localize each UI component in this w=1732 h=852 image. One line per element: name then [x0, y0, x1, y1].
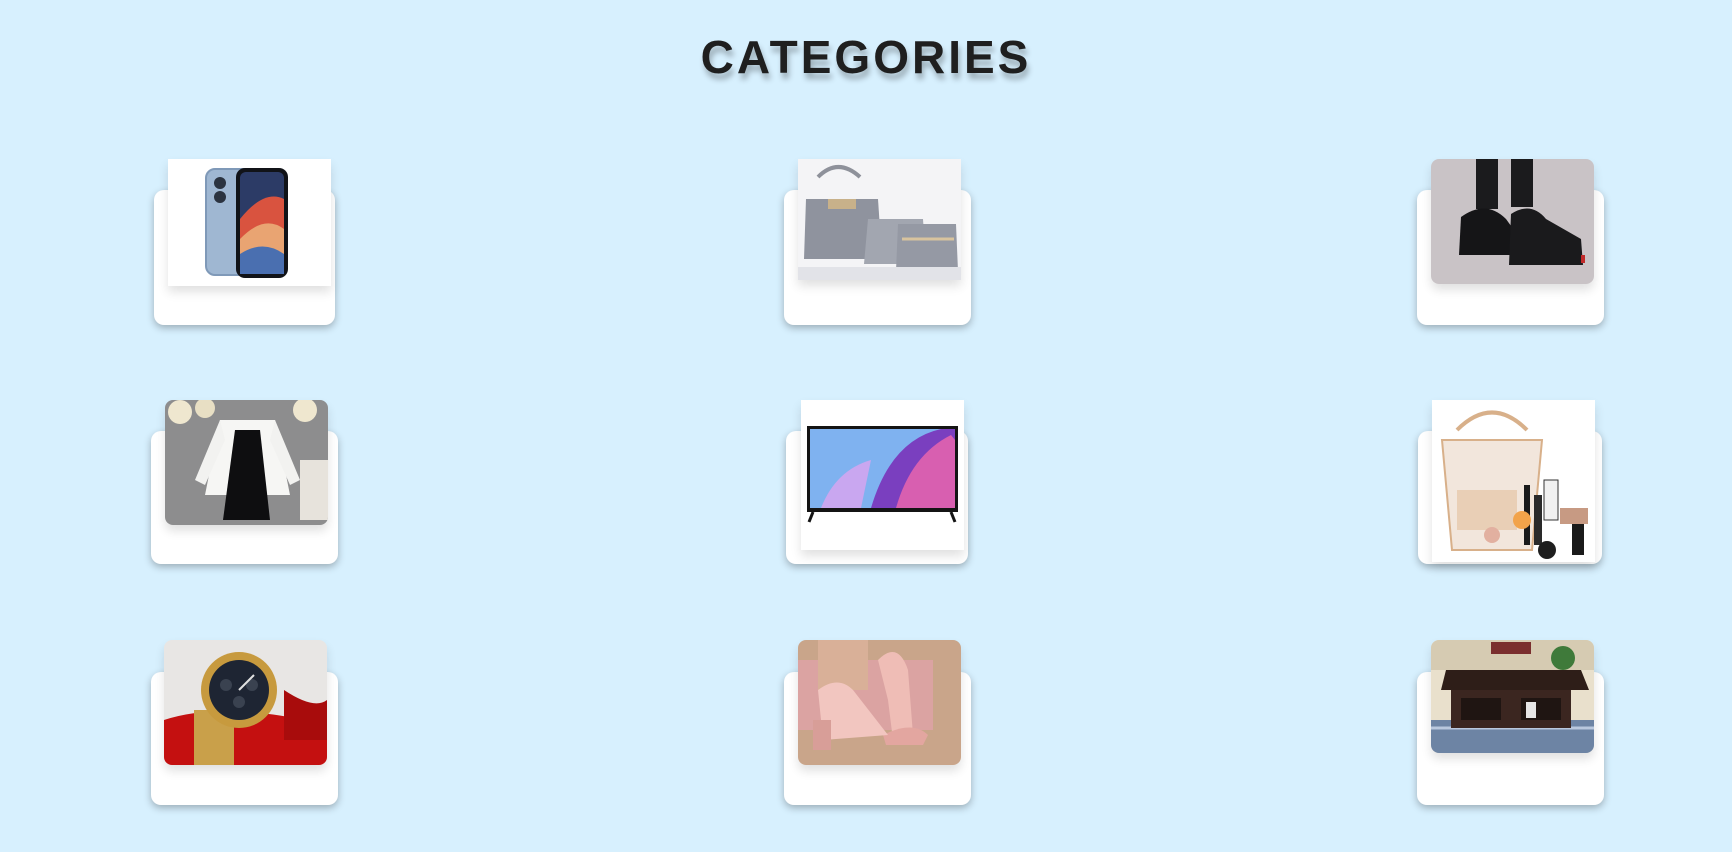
handbag-set-icon[interactable]	[798, 159, 961, 280]
sneakers-icon[interactable]	[1431, 159, 1594, 284]
smartphone-icon[interactable]	[168, 159, 331, 286]
categories-page: CATEGORIES	[0, 0, 1732, 852]
womens-dress-icon[interactable]	[165, 400, 328, 525]
makeup-kit-icon[interactable]	[1432, 400, 1595, 562]
wristwatch-icon[interactable]	[164, 640, 327, 765]
coffee-table-icon[interactable]	[1431, 640, 1594, 753]
sandals-icon[interactable]	[798, 640, 961, 765]
page-title: CATEGORIES	[700, 31, 1032, 83]
television-icon[interactable]	[801, 400, 964, 550]
